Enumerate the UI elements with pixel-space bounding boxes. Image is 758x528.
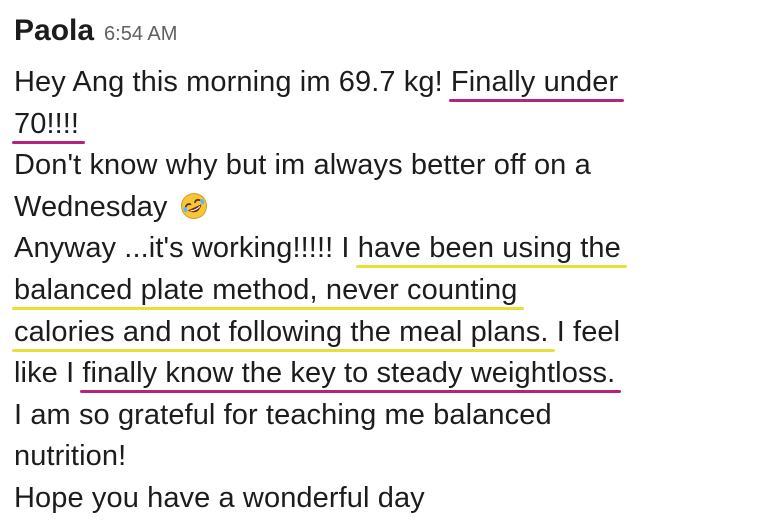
highlighted-text-yellow: have been using the bbox=[357, 232, 621, 265]
message-line: I am so grateful for teaching me balance… bbox=[14, 395, 750, 437]
message-text: I am so grateful for teaching me balance… bbox=[14, 398, 552, 431]
message-line: calories and not following the meal plan… bbox=[14, 312, 750, 354]
message-text: Wednesday bbox=[14, 190, 168, 223]
message-timestamp[interactable]: 6:54 AM bbox=[104, 23, 177, 46]
message-line: Anyway ...it's working!!!!! I have been … bbox=[14, 228, 750, 270]
chat-message: Paola 6:54 AM Hey Ang this morning im 69… bbox=[14, 14, 750, 520]
message-text: nutrition! bbox=[14, 440, 127, 473]
message-line: Wednesday bbox=[14, 187, 750, 229]
message-body: Hey Ang this morning im 69.7 kg! Finally… bbox=[14, 62, 750, 520]
message-text: Hey Ang this morning im 69.7 kg! bbox=[14, 66, 451, 98]
message-text: I feel bbox=[548, 315, 621, 348]
message-text: Don't know why but im always better off … bbox=[14, 149, 591, 182]
highlighted-text-magenta: Finally under bbox=[450, 66, 619, 98]
message-text: Anyway ...it's working!!!!! I bbox=[14, 232, 358, 265]
message-line: 70!!!! bbox=[14, 104, 750, 146]
message-line: like I finally know the key to steady we… bbox=[14, 353, 750, 395]
message-line: Hey Ang this morning im 69.7 kg! Finally… bbox=[14, 62, 750, 104]
rolling-on-floor-laughing-emoji-icon bbox=[180, 192, 207, 219]
message-line: Don't know why but im always better off … bbox=[14, 145, 750, 187]
message-line: nutrition! bbox=[14, 436, 750, 478]
message-text: Hope you have a wonderful day bbox=[14, 481, 425, 514]
sender-name[interactable]: Paola bbox=[14, 14, 94, 48]
message-header: Paola 6:54 AM bbox=[14, 14, 750, 62]
message-line: Hope you have a wonderful day bbox=[14, 478, 750, 520]
highlighted-text-yellow: balanced plate method, never counting bbox=[14, 273, 518, 306]
highlighted-text-magenta: 70!!!! bbox=[14, 107, 80, 140]
message-line: balanced plate method, never counting bbox=[14, 270, 750, 312]
highlighted-text-magenta: finally know the key to steady weightlos… bbox=[82, 357, 616, 390]
highlighted-text-yellow: calories and not following the meal plan… bbox=[14, 315, 549, 348]
message-text: like I bbox=[14, 357, 83, 390]
